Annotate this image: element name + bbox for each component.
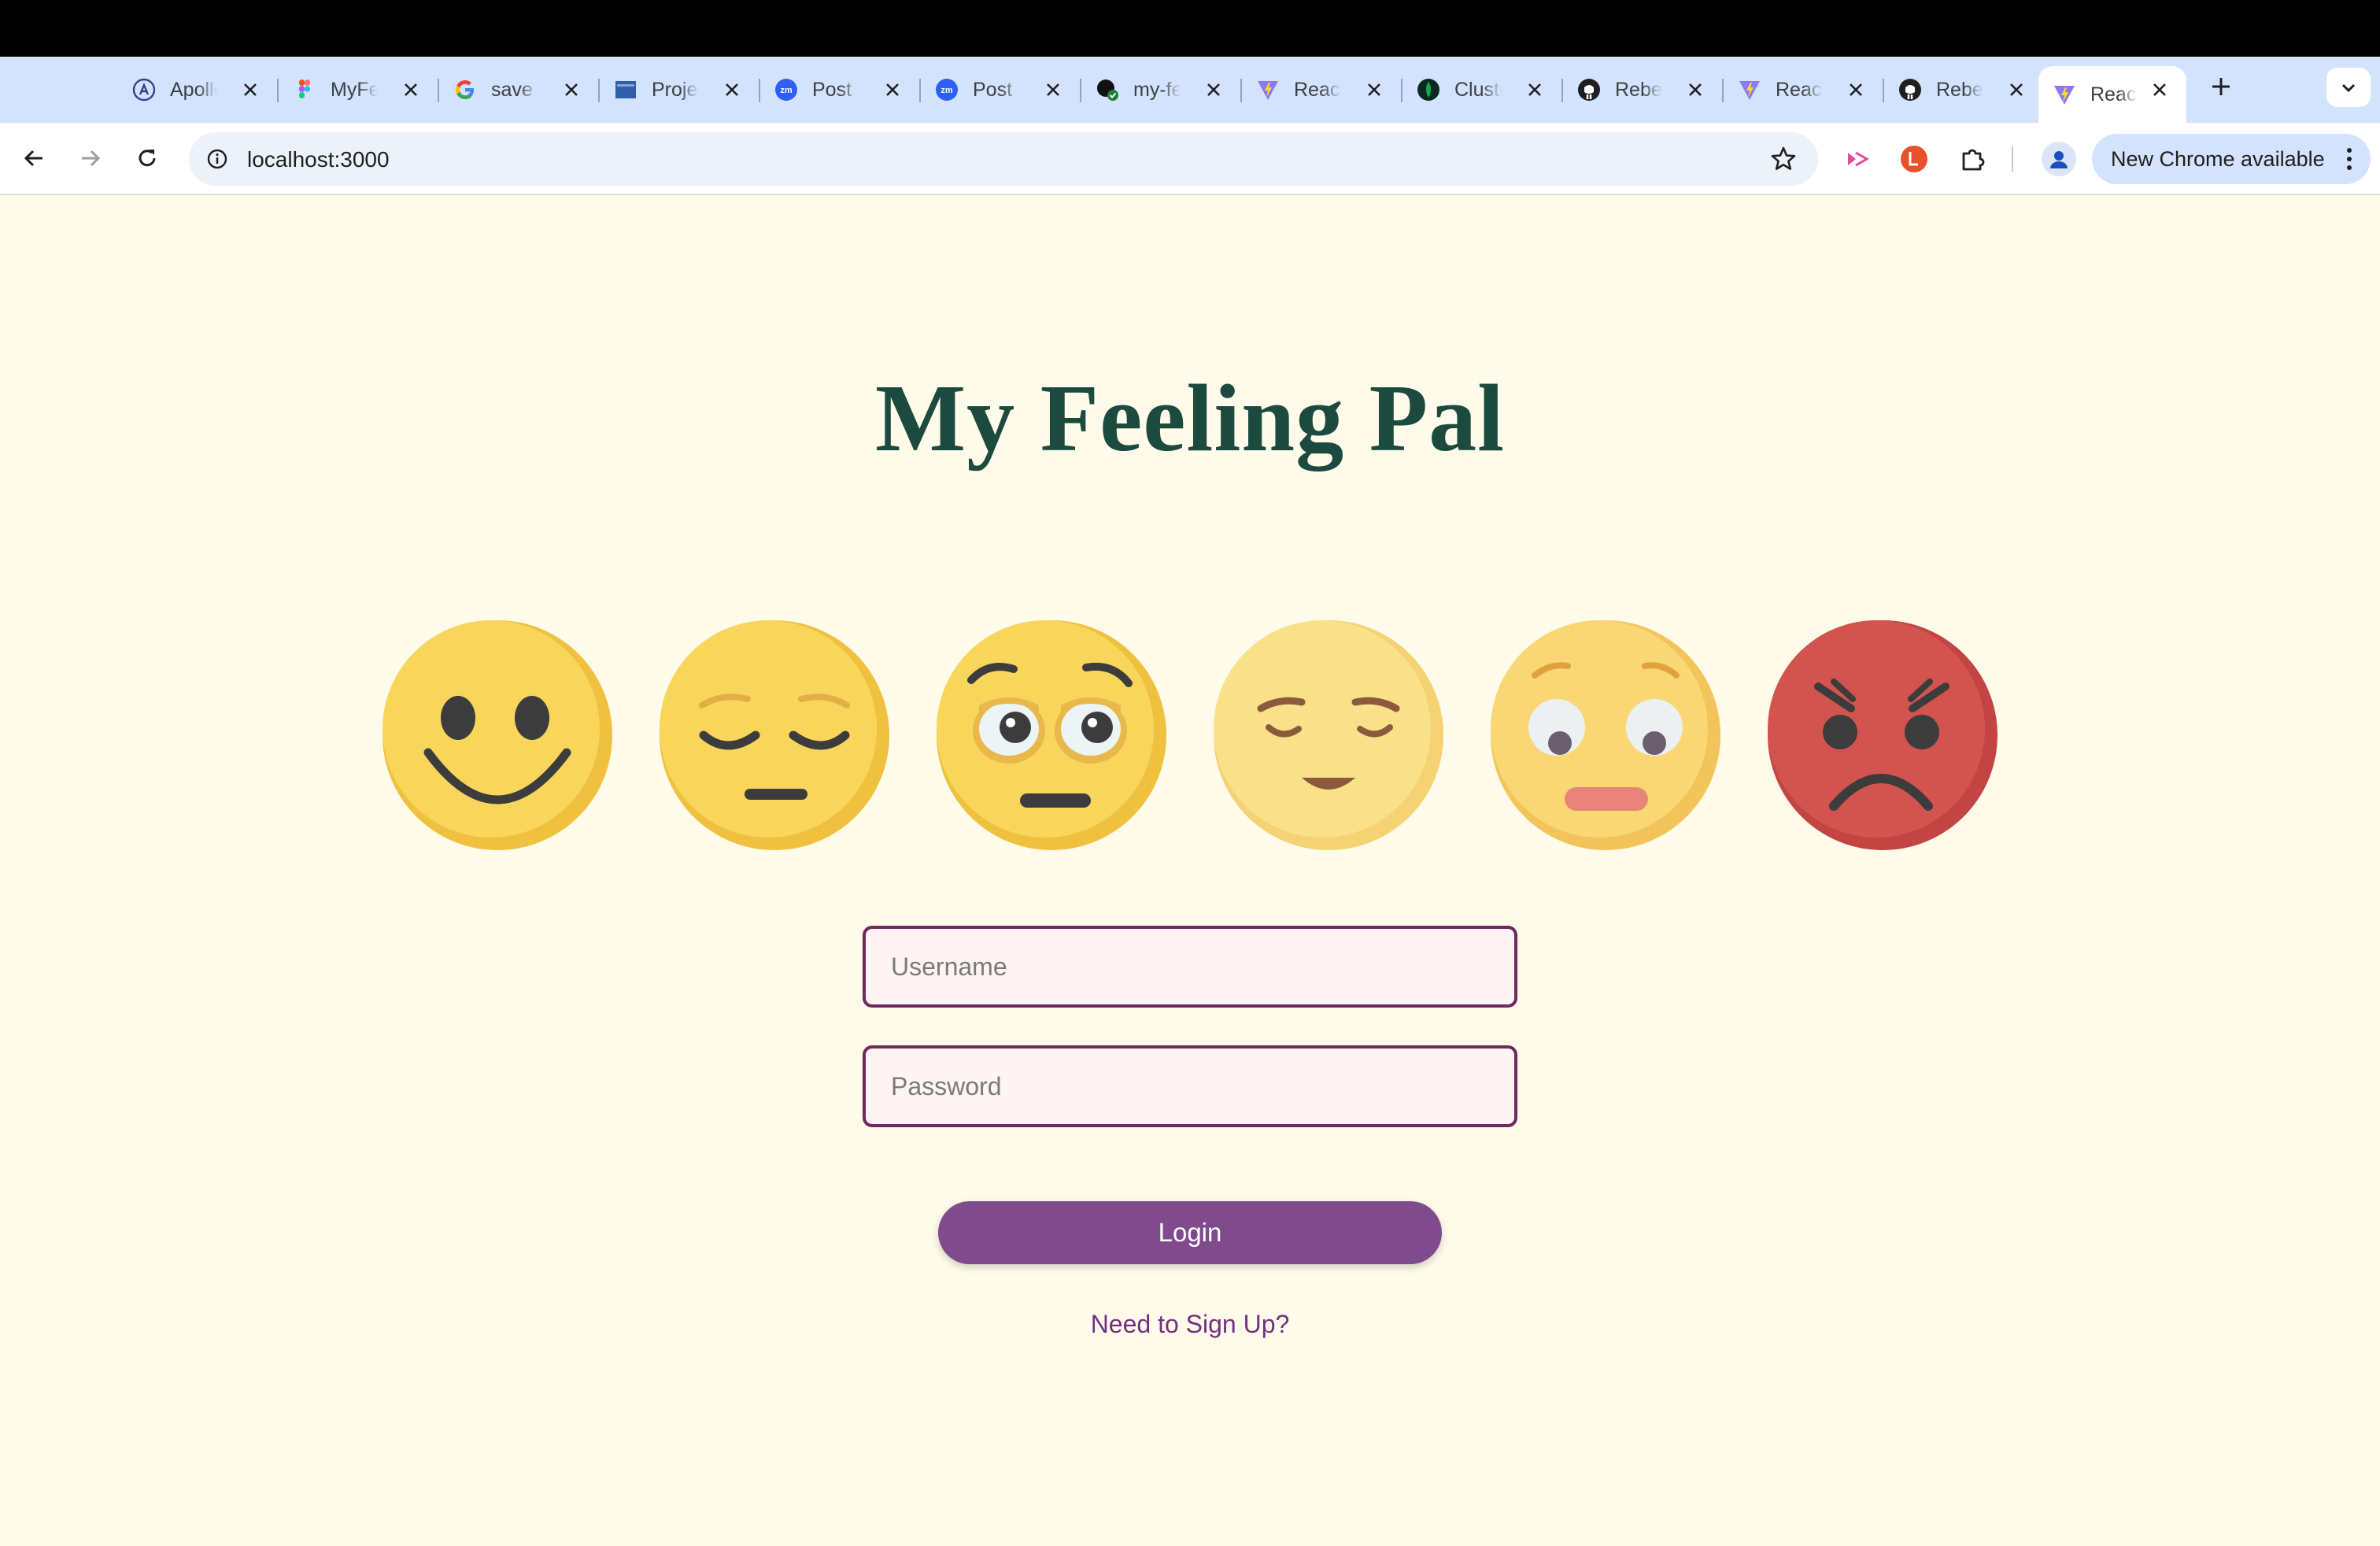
tab-title: Rebecca xyxy=(1615,78,1662,101)
tab-title: Rebecca xyxy=(1936,78,1983,101)
tab-title: Project xyxy=(652,78,699,101)
tab-title: React xyxy=(1776,78,1823,101)
tab-title: Post xyxy=(973,78,1013,101)
github-icon xyxy=(1898,78,1922,102)
close-tab-icon[interactable] xyxy=(1042,79,1064,101)
screen-top-bar xyxy=(0,0,2380,57)
vite-icon xyxy=(1256,78,1280,102)
tab-title: React xyxy=(2090,83,2138,105)
tab-10[interactable]: Rebecca xyxy=(1563,66,1724,113)
password-input[interactable] xyxy=(863,1045,1517,1127)
tab-title: save xyxy=(491,78,533,101)
address-bar[interactable]: localhost:3000 xyxy=(189,132,1818,186)
tab-9[interactable]: Cluster xyxy=(1402,66,1563,113)
close-tab-icon[interactable] xyxy=(881,79,904,101)
tab-12[interactable]: Rebecca xyxy=(1884,66,2043,113)
reload-icon xyxy=(139,150,156,167)
pensive-face-icon xyxy=(660,620,889,850)
reload-button[interactable] xyxy=(128,139,167,178)
close-tab-icon[interactable] xyxy=(400,79,422,101)
angry-face-icon xyxy=(1768,620,1998,850)
tab-title: React xyxy=(1294,78,1341,101)
tab-8[interactable]: React xyxy=(1242,66,1402,113)
close-tab-icon[interactable] xyxy=(560,79,582,101)
username-input[interactable] xyxy=(863,926,1517,1008)
svg-text:zm: zm xyxy=(941,86,953,95)
plus-icon xyxy=(2212,78,2230,95)
extensions-puzzle-icon[interactable] xyxy=(1957,143,1988,175)
close-tab-icon[interactable] xyxy=(1845,79,1867,101)
tab-5[interactable]: zm Post xyxy=(760,66,921,113)
more-vert-icon xyxy=(2347,148,2352,170)
chevron-down-icon xyxy=(2341,83,2356,93)
tab-title: Apollo xyxy=(170,78,217,101)
close-tab-icon[interactable] xyxy=(239,79,261,101)
tab-1[interactable]: Apollo xyxy=(118,66,279,113)
tab-strip: Apollo MyFeelingPal save Project zm Post… xyxy=(0,57,2380,123)
extension-red-icon[interactable] xyxy=(1898,143,1930,175)
toolbar-divider xyxy=(2012,146,2013,172)
tab-2[interactable]: MyFeelingPal xyxy=(279,66,439,113)
tab-title: Post xyxy=(812,78,852,101)
arrow-left-icon xyxy=(24,150,42,167)
tab-7[interactable]: my-feeling xyxy=(1081,66,1242,113)
apollo-icon xyxy=(132,78,156,102)
chrome-update-button[interactable]: New Chrome available xyxy=(2092,134,2371,184)
browser-toolbar: localhost:3000 New Chrome available xyxy=(0,123,2380,195)
forward-button[interactable] xyxy=(71,139,110,178)
svg-text:zm: zm xyxy=(780,86,793,95)
tab-13-active[interactable]: React xyxy=(2038,66,2186,123)
tab-title: Cluster xyxy=(1454,78,1502,101)
project-icon xyxy=(614,78,638,102)
zoom-icon: zm xyxy=(774,78,798,102)
google-icon xyxy=(453,78,477,102)
chrome-update-label: New Chrome available xyxy=(2111,146,2325,171)
eye-roll-face-icon xyxy=(937,620,1166,850)
vite-icon xyxy=(2053,83,2076,106)
mongodb-icon xyxy=(1417,78,1440,102)
extension-cast-icon[interactable] xyxy=(1842,143,1873,175)
close-tab-icon[interactable] xyxy=(1684,79,1706,101)
tab-6[interactable]: zm Post xyxy=(921,66,1081,113)
tab-title: my-feeling xyxy=(1133,78,1181,101)
worried-face-icon xyxy=(1491,620,1720,850)
tab-search-button[interactable] xyxy=(2326,68,2371,107)
back-button[interactable] xyxy=(14,139,54,178)
login-page: My Feeling Pal Username Login Need to Si… xyxy=(0,197,2380,1546)
tab-11[interactable]: React xyxy=(1724,66,1884,113)
github-check-icon xyxy=(1096,78,1119,102)
tab-4[interactable]: Project xyxy=(600,66,760,113)
close-tab-icon[interactable] xyxy=(2005,79,2027,101)
zoom-icon: zm xyxy=(935,78,959,102)
relieved-face-icon xyxy=(1214,620,1443,850)
tab-3[interactable]: save xyxy=(439,66,600,113)
github-icon xyxy=(1577,78,1601,102)
bookmark-star-icon[interactable] xyxy=(1769,145,1798,173)
arrow-right-icon xyxy=(82,150,101,167)
close-tab-icon[interactable] xyxy=(721,79,743,101)
happy-face-icon xyxy=(382,620,612,850)
close-tab-icon[interactable] xyxy=(1524,79,1546,101)
url-text[interactable]: localhost:3000 xyxy=(247,147,390,172)
close-tab-icon[interactable] xyxy=(1203,79,1225,101)
login-button[interactable]: Login xyxy=(938,1201,1442,1264)
page-title: My Feeling Pal xyxy=(874,365,1506,472)
new-tab-button[interactable] xyxy=(2204,69,2238,104)
figma-icon xyxy=(293,78,316,102)
site-info-icon[interactable] xyxy=(203,145,231,173)
signup-link[interactable]: Need to Sign Up? xyxy=(0,1310,2380,1339)
tab-title: MyFeelingPal xyxy=(331,78,378,101)
profile-avatar-icon[interactable] xyxy=(2042,142,2076,176)
close-tab-icon[interactable] xyxy=(1363,79,1385,101)
close-tab-icon[interactable] xyxy=(2149,79,2171,101)
vite-icon xyxy=(1738,78,1761,102)
